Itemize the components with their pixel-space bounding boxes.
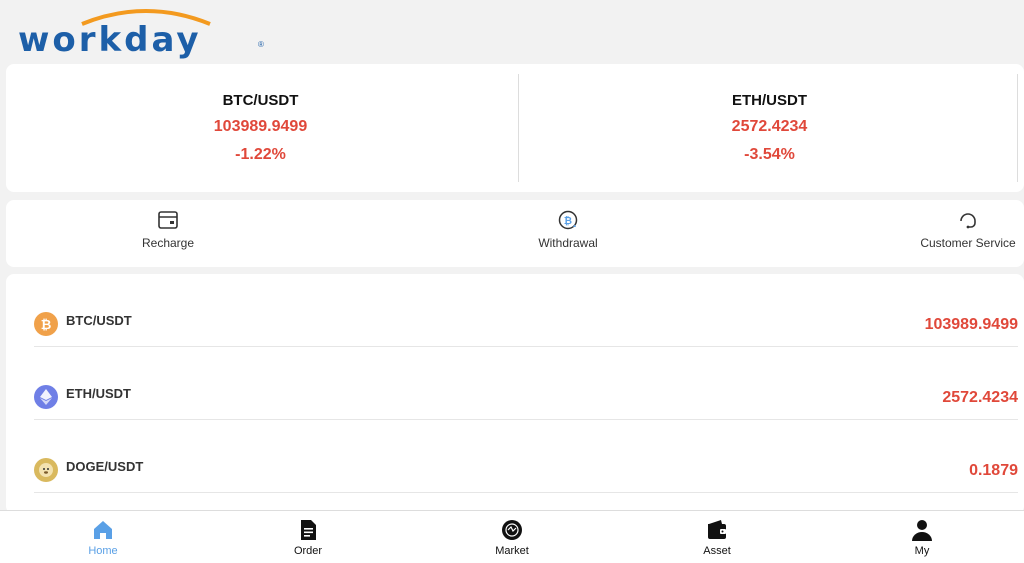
logo-registered-mark: ® — [258, 40, 264, 49]
nav-label: Asset — [703, 545, 731, 557]
home-icon — [94, 521, 112, 539]
market-price: 0.1879 — [969, 462, 1018, 479]
ticker-change: -1.22% — [235, 146, 286, 163]
svg-text:₿: ₿ — [564, 215, 572, 227]
market-pair: ETH/USDT — [66, 386, 131, 401]
wallet-icon — [708, 520, 726, 539]
nav-label: Home — [88, 545, 118, 557]
wallet-card-icon — [158, 211, 178, 229]
ticker-divider — [1017, 74, 1018, 182]
market-list: ₿ BTC/USDT 103989.9499 ETH/USDT 2572.423… — [6, 274, 1024, 514]
ticker-eth[interactable]: ETH/USDT 2572.4234 -3.54% — [515, 64, 1024, 192]
ticker-price: 2572.4234 — [731, 118, 808, 135]
ticker-change: -3.54% — [744, 146, 795, 163]
ticker-pair: BTC/USDT — [222, 92, 299, 109]
market-icon — [502, 520, 522, 540]
recharge-label: Recharge — [141, 236, 195, 250]
nav-label: My — [914, 545, 930, 557]
user-icon — [912, 520, 932, 541]
quick-actions: Recharge ₿ Withdrawal Customer Service — [6, 200, 1024, 267]
nav-order[interactable]: Order — [268, 518, 348, 557]
ticker-price: 103989.9499 — [213, 118, 308, 135]
nav-home[interactable]: Home — [63, 518, 143, 557]
recharge-button[interactable]: Recharge — [98, 208, 238, 250]
nav-asset[interactable]: Asset — [677, 518, 757, 557]
market-row-doge[interactable]: DOGE/USDT 0.1879 — [34, 420, 1018, 493]
market-row-btc[interactable]: ₿ BTC/USDT 103989.9499 — [34, 274, 1018, 347]
ethereum-icon — [34, 385, 58, 409]
market-row-eth[interactable]: ETH/USDT 2572.4234 — [34, 347, 1018, 420]
ticker-divider — [518, 74, 519, 182]
market-pair: DOGE/USDT — [66, 459, 144, 474]
nav-market[interactable]: Market — [472, 518, 552, 557]
brand-logo: workday ® — [18, 6, 268, 60]
market-pair: BTC/USDT — [66, 313, 132, 328]
ticker-pair: ETH/USDT — [732, 92, 807, 109]
withdrawal-button[interactable]: ₿ Withdrawal — [498, 208, 638, 250]
ticker-btc[interactable]: BTC/USDT 103989.9499 -1.22% — [6, 64, 515, 192]
ticker-card: BTC/USDT 103989.9499 -1.22% ETH/USDT 257… — [6, 64, 1024, 192]
bitcoin-icon: ₿ — [34, 312, 58, 336]
bitcoin-cycle-icon: ₿ — [558, 210, 578, 230]
customer-service-button[interactable]: Customer Service — [898, 208, 1024, 250]
market-price: 103989.9499 — [924, 316, 1018, 333]
nav-label: Market — [495, 545, 529, 557]
headset-icon — [960, 213, 976, 229]
withdrawal-label: Withdrawal — [538, 236, 598, 250]
nav-my[interactable]: My — [882, 518, 962, 557]
nav-label: Order — [293, 545, 323, 557]
customer-service-label: Customer Service — [920, 236, 1016, 250]
dogecoin-icon — [34, 458, 58, 482]
logo-text: workday — [18, 20, 202, 60]
market-price: 2572.4234 — [942, 389, 1018, 406]
bottom-nav: Home Order Market Asset My — [0, 510, 1024, 563]
document-icon — [301, 520, 316, 540]
